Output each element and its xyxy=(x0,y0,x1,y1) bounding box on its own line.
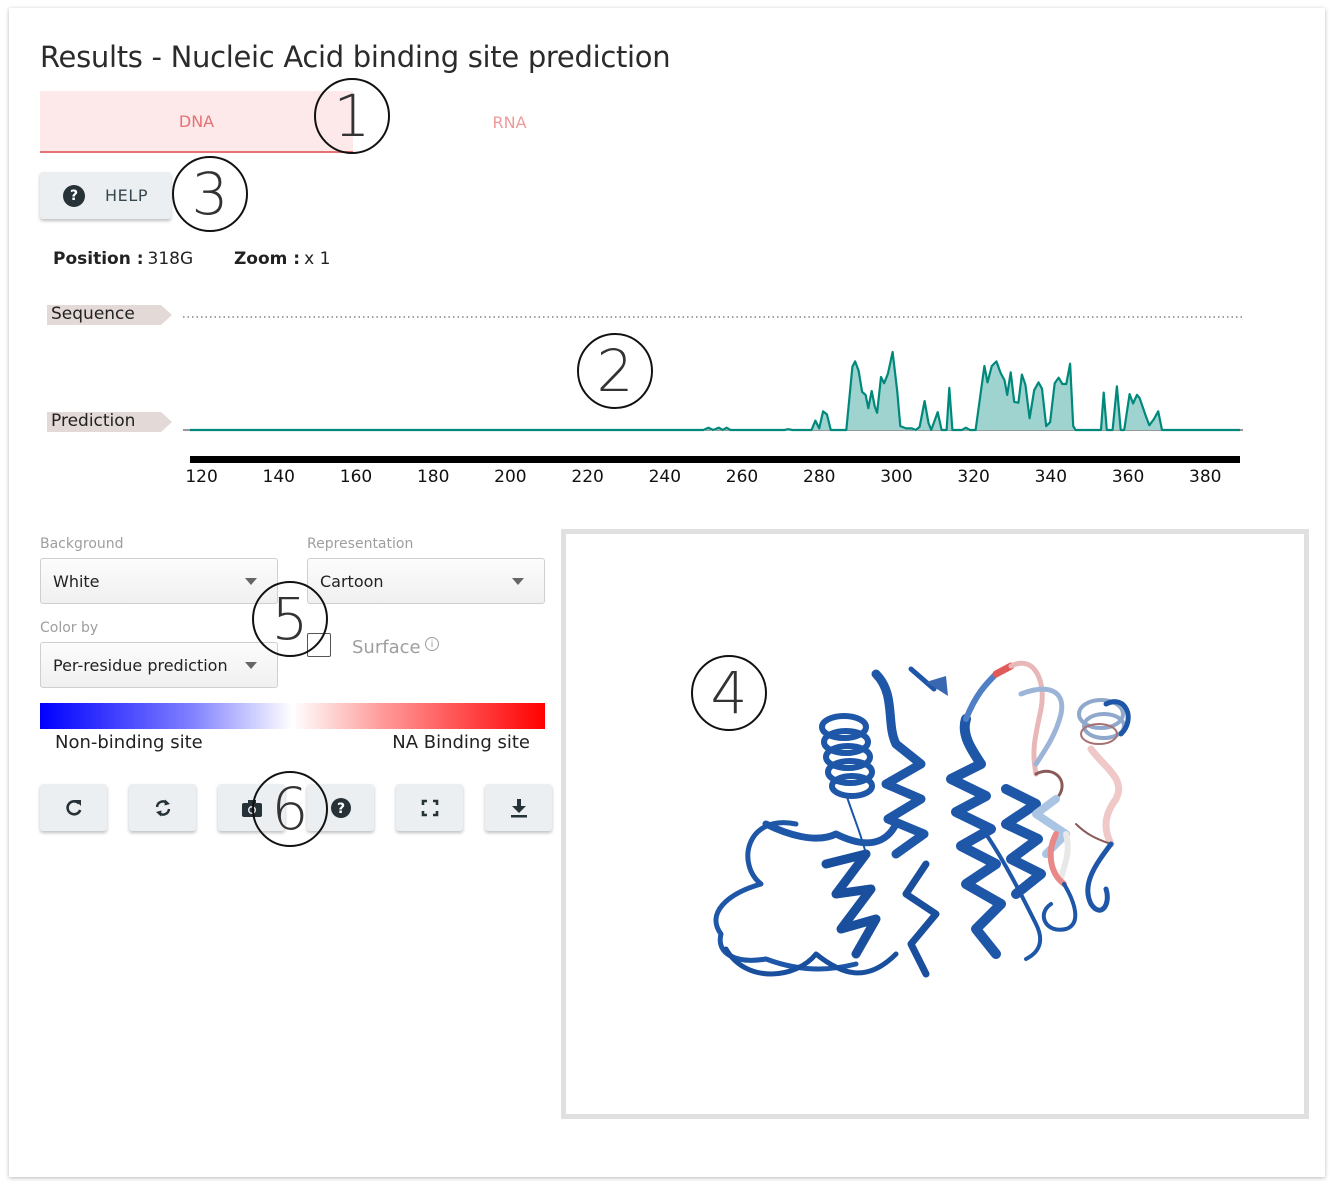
chevron-down-icon xyxy=(245,662,257,669)
download-icon xyxy=(510,798,527,817)
expand-icon xyxy=(421,799,438,816)
tab-rna[interactable]: RNA xyxy=(353,91,666,153)
x-tick-label: 220 xyxy=(571,467,603,487)
camera-icon xyxy=(241,799,262,817)
chevron-down-icon xyxy=(245,578,257,585)
prediction-line xyxy=(190,350,1240,432)
redo-icon xyxy=(65,799,81,816)
zoom-label: Zoom : xyxy=(233,249,301,269)
color-by-label: Color by xyxy=(40,620,99,636)
prediction-chart[interactable]: 120 140 160 180 200 220 240 260 280 300 320 340 360 3… xyxy=(180,300,1260,500)
reset-view-button[interactable] xyxy=(40,784,107,831)
tab-dna-label: DNA xyxy=(178,111,215,131)
color-by-select[interactable]: Per-residue prediction xyxy=(40,642,278,688)
x-tick-label: 140 xyxy=(263,467,295,487)
zoom-value: x 1 xyxy=(304,249,331,269)
color-scale-legend xyxy=(40,703,545,729)
spin-button[interactable] xyxy=(129,784,196,831)
viewer-help-button[interactable]: ? xyxy=(307,784,374,831)
position-label: Position : xyxy=(53,249,144,269)
question-circle-icon: ? xyxy=(63,184,85,207)
help-button-label: HELP xyxy=(105,186,149,205)
download-button[interactable] xyxy=(485,784,552,831)
color-by-value: Per-residue prediction xyxy=(53,655,228,675)
position-zoom-status: Position :318G Zoom :x 1 xyxy=(53,249,330,269)
screenshot-button[interactable] xyxy=(218,784,285,831)
surface-checkbox[interactable] xyxy=(307,633,331,657)
x-tick-label: 240 xyxy=(649,467,681,487)
na-type-tabs: DNA RNA xyxy=(40,91,666,153)
representation-label: Representation xyxy=(307,536,414,552)
background-label: Background xyxy=(40,536,124,552)
x-tick-label: 340 xyxy=(1035,467,1067,487)
x-tick-label: 300 xyxy=(880,467,912,487)
question-circle-icon: ? xyxy=(330,797,351,818)
surface-label: Surface xyxy=(352,637,421,658)
protein-cartoon-structure[interactable] xyxy=(566,534,1304,1114)
sync-icon xyxy=(155,799,170,816)
representation-select[interactable]: Cartoon xyxy=(307,558,545,604)
x-tick-label: 160 xyxy=(340,467,372,487)
x-tick-label: 260 xyxy=(726,467,758,487)
x-tick-label: 320 xyxy=(957,467,989,487)
x-tick-label: 280 xyxy=(803,467,835,487)
svg-text:?: ? xyxy=(336,801,344,817)
legend-binding-label: NA Binding site xyxy=(392,732,530,753)
x-tick-label: 200 xyxy=(494,467,526,487)
background-value: White xyxy=(53,571,100,591)
page-title: Results - Nucleic Acid binding site pred… xyxy=(40,40,671,74)
background-select[interactable]: White xyxy=(40,558,278,604)
tab-dna[interactable]: DNA xyxy=(40,91,353,153)
fullscreen-button[interactable] xyxy=(396,784,463,831)
x-tick-label: 380 xyxy=(1189,467,1221,487)
x-tick-label: 360 xyxy=(1112,467,1144,487)
representation-value: Cartoon xyxy=(320,571,384,591)
sequence-label-text: Sequence xyxy=(51,304,135,324)
chevron-down-icon xyxy=(512,578,524,585)
info-icon[interactable]: i xyxy=(425,637,439,651)
tab-rna-label: RNA xyxy=(492,112,527,132)
sequence-track-label: Sequence xyxy=(47,304,172,325)
prediction-label-text: Prediction xyxy=(51,411,136,431)
helix-left xyxy=(819,713,875,799)
prediction-track-label: Prediction xyxy=(47,411,172,432)
x-tick-label: 120 xyxy=(185,467,217,487)
x-axis-bar xyxy=(190,456,1240,463)
x-tick-label: 180 xyxy=(417,467,449,487)
legend-non-binding-label: Non-binding site xyxy=(55,732,203,753)
prediction-area-fill xyxy=(190,352,1240,430)
structure-viewer[interactable] xyxy=(561,529,1309,1119)
help-button[interactable]: ? HELP xyxy=(40,172,171,219)
position-value: 318G xyxy=(147,249,194,269)
